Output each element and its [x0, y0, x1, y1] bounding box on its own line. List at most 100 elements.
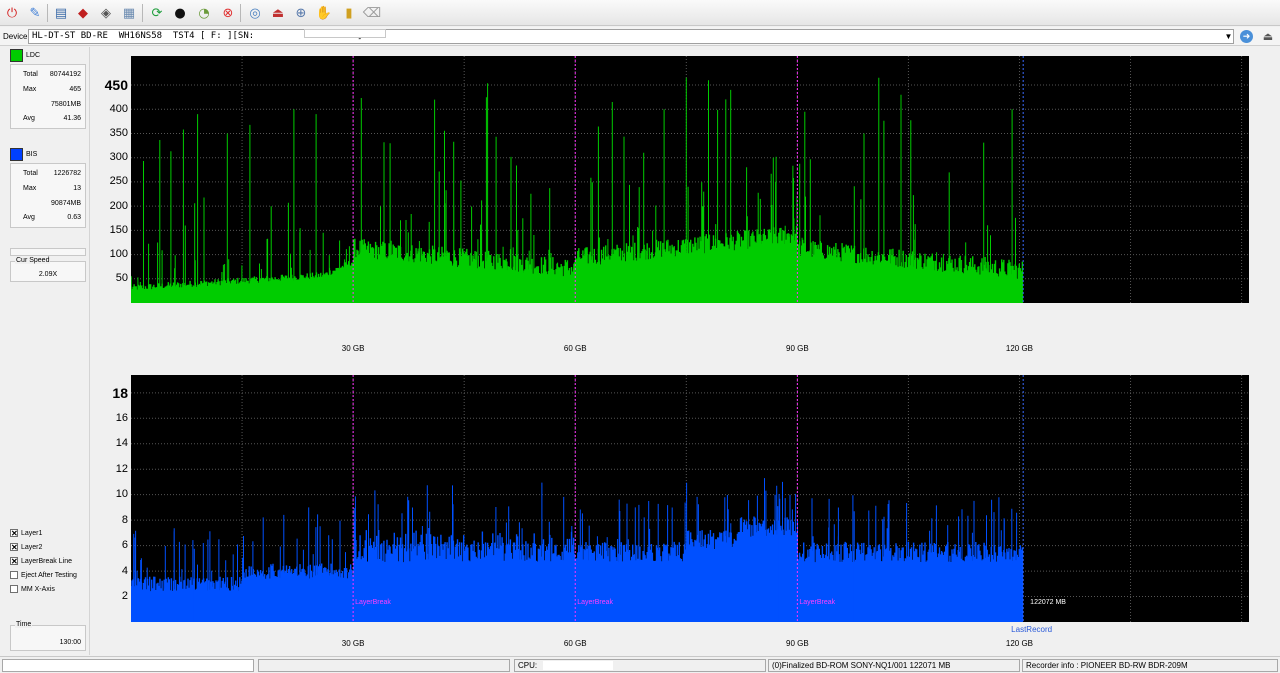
cur-speed-label: Cur Speed	[15, 257, 51, 264]
drive-info-icon[interactable]: ▤	[51, 3, 71, 23]
last-record-label: LastRecord	[1011, 625, 1053, 634]
refresh-icon[interactable]: ⟳	[147, 3, 167, 23]
x-tick-label: 60 GB	[563, 639, 587, 648]
cur-speed-box: Cur Speed 2.09X	[10, 257, 86, 282]
bis-avg-label: Avg	[23, 214, 35, 221]
layer2-label: Layer2	[21, 543, 43, 551]
layerbreak-line-check-box[interactable]: ✕	[10, 557, 18, 566]
mm-x-axis-label: MM X-Axis	[21, 585, 55, 593]
disc-gray-icon[interactable]: ◈	[96, 3, 116, 23]
bis-color-swatch[interactable]	[10, 148, 23, 161]
mm-x-axis-check-box[interactable]	[10, 585, 18, 593]
y-tick-label: 4	[121, 564, 128, 577]
eject-icon[interactable]: ⏏	[268, 3, 288, 23]
ldc-chart-svg	[131, 56, 1249, 303]
eject-after-testing-checkbox[interactable]: Eject After Testing	[10, 571, 77, 579]
y-tick-label: 10	[115, 488, 128, 501]
app-window: ⏻ ✎ ▤ ◆ ◈ ▦ ⟳ ● ◔ ⊗ ◎ ⏏ ⊕ ✋ ▮ ⌫ Device: …	[0, 0, 1280, 673]
ldc-total-value: 80744192	[49, 71, 81, 78]
mm-x-axis-checkbox[interactable]: MM X-Axis	[10, 585, 55, 593]
ldc-max-value: 465	[69, 86, 81, 93]
save-icon[interactable]: ⊕	[291, 3, 311, 23]
layer1-check-box[interactable]: ✕	[10, 529, 18, 538]
ldc-color-swatch[interactable]	[10, 49, 23, 62]
gauge-icon[interactable]: ◔	[194, 3, 214, 23]
serial-number-field	[304, 29, 386, 38]
disc-red-icon[interactable]: ◆	[73, 3, 93, 23]
layer-break-label: LayerBreak	[355, 599, 391, 606]
bis-avg-value: 0.63	[67, 214, 81, 221]
erase-icon[interactable]: ✎	[25, 3, 45, 23]
ldc-avg-label: Avg	[23, 115, 35, 122]
scan-icon[interactable]: ✋	[314, 3, 334, 23]
y-tick-label: 400	[109, 102, 128, 115]
power-icon[interactable]: ⏻	[2, 3, 22, 23]
clear-icon[interactable]: ⌫	[362, 3, 382, 23]
layer-break-label: LayerBreak	[577, 599, 613, 606]
time-label: Time	[15, 621, 33, 628]
burn-icon[interactable]: ◎	[245, 3, 265, 23]
toolbar-separator	[240, 4, 241, 22]
eject-after-testing-label: Eject After Testing	[21, 571, 77, 579]
toolbar: ⏻ ✎ ▤ ◆ ◈ ▦ ⟳ ● ◔ ⊗ ◎ ⏏ ⊕ ✋ ▮ ⌫	[0, 0, 1280, 26]
y-tick-label: 200	[109, 199, 128, 212]
bis-chart-svg: LayerBreak LayerBreak LayerBreak 122072 MB	[131, 375, 1249, 622]
layer-break-label: LayerBreak	[799, 599, 835, 606]
bis-max-value: 13	[73, 185, 81, 192]
toolbar-separator	[47, 4, 48, 22]
device-label: Device:	[3, 32, 30, 41]
x-tick-label: 90 GB	[786, 639, 809, 648]
stop-icon[interactable]: ⊗	[218, 3, 238, 23]
bis-stats: Total 1226782 Max 13 90874MB Avg 0.63	[10, 163, 86, 228]
ldc-chart	[131, 56, 1249, 303]
chevron-down-icon[interactable]: ▼	[1223, 29, 1234, 44]
x-tick-label: 30 GB	[341, 639, 365, 648]
progress-box	[10, 248, 86, 256]
bis-mb-value: 90874MB	[51, 200, 81, 207]
ldc-avg-value: 41.36	[63, 115, 81, 122]
y-tick-label: 50	[115, 272, 128, 285]
layerbreak-line-checkbox[interactable]: ✕ LayerBreak Line	[10, 557, 72, 566]
disc-black-icon[interactable]: ●	[170, 3, 190, 23]
y-tick-label: 14	[115, 437, 128, 450]
chart-icon[interactable]: ▮	[339, 3, 359, 23]
apply-icon[interactable]: ➜	[1240, 30, 1253, 43]
layer1-checkbox[interactable]: ✕ Layer1	[10, 529, 43, 538]
y-tick-label: 150	[109, 223, 128, 236]
y-tick-label: 2	[121, 590, 128, 603]
status-bar: CPU: (0)Finalized BD-ROM SONY-NQ1/001 12…	[0, 656, 1280, 673]
status-recorder-info: Recorder info : PIONEER BD-RW BDR-209M	[1022, 659, 1278, 672]
y-tick-label: 450	[104, 77, 128, 94]
layer2-checkbox[interactable]: ✕ Layer2	[10, 543, 43, 552]
eject-after-testing-check-box[interactable]	[10, 571, 18, 579]
ldc-legend: LDC	[10, 49, 40, 62]
cpu-label: CPU:	[518, 661, 538, 670]
disc-copy-icon[interactable]: ▦	[119, 3, 139, 23]
series-bars	[131, 226, 1024, 303]
y-tick-label: 350	[109, 126, 128, 139]
status-cpu: CPU:	[514, 659, 766, 672]
x-tick-label: 30 GB	[341, 344, 365, 353]
y-tick-label: 300	[109, 151, 128, 164]
device-select[interactable]: HL-DT-ST BD-RE WH16NS58 TST4 [ F: ][SN: …	[28, 29, 1234, 44]
layer1-label: Layer1	[21, 529, 43, 537]
y-tick-label: 16	[115, 411, 128, 424]
y-tick-label: 18	[112, 384, 128, 401]
end-size-label: 122072 MB	[1030, 599, 1066, 606]
y-tick-label: 100	[109, 248, 128, 261]
layerbreak-line-label: LayerBreak Line	[21, 557, 72, 565]
eject-device-icon[interactable]: ⏏	[1261, 30, 1275, 43]
layer2-check-box[interactable]: ✕	[10, 543, 18, 552]
bis-legend: BIS	[10, 148, 37, 161]
cur-speed-value: 2.09X	[38, 271, 58, 278]
chart-series-ldc	[131, 77, 1024, 303]
status-progress	[2, 659, 254, 672]
x-tick-label: 120 GB	[1005, 639, 1034, 648]
ldc-mb-value: 75801MB	[51, 101, 81, 108]
y-tick-label: 12	[115, 462, 128, 475]
time-value: 130:00	[59, 639, 81, 646]
toolbar-separator	[142, 4, 143, 22]
status-message	[258, 659, 510, 672]
y-tick-label: 250	[109, 175, 128, 188]
bis-label: BIS	[26, 151, 38, 158]
